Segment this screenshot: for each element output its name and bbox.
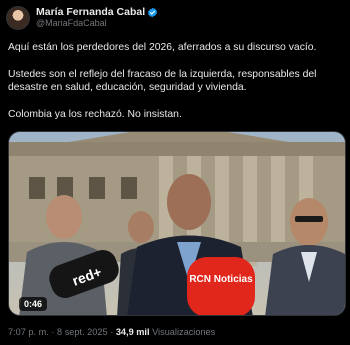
author-identity: María Fernanda Cabal @MariaFdaCabal <box>36 7 158 29</box>
meta-separator: · <box>110 327 114 337</box>
meta-separator: · <box>51 327 55 337</box>
video-player[interactable]: red+ RCN Noticias 0:46 <box>8 131 346 316</box>
post-time[interactable]: 7:07 p. m. <box>8 327 49 337</box>
tweet: María Fernanda Cabal @MariaFdaCabal Aquí… <box>0 0 350 345</box>
author-name[interactable]: María Fernanda Cabal <box>36 7 145 18</box>
microphone-rcn: RCN Noticias <box>187 257 255 315</box>
views-count: 34,9 mil <box>115 327 150 337</box>
tweet-meta: 7:07 p. m. · 8 sept. 2025 · 34,9 mil Vis… <box>8 327 215 337</box>
tweet-paragraph: Colombia ya los rechazó. No insistan. <box>8 108 182 120</box>
verified-badge-icon <box>148 7 158 18</box>
video-duration: 0:46 <box>19 297 48 311</box>
name-row: María Fernanda Cabal <box>36 7 158 18</box>
author-handle[interactable]: @MariaFdaCabal <box>36 18 158 29</box>
avatar[interactable] <box>6 6 30 30</box>
video-frame: red+ RCN Noticias <box>9 132 345 315</box>
tweet-text: Aquí están los perdedores del 2026, afer… <box>8 41 342 121</box>
tweet-paragraph: Aquí están los perdedores del 2026, afer… <box>8 42 317 53</box>
tweet-header: María Fernanda Cabal @MariaFdaCabal <box>6 6 342 30</box>
views-label: Visualizaciones <box>152 327 216 337</box>
post-date[interactable]: 8 sept. 2025 <box>57 327 108 337</box>
mic-label-rcn: RCN Noticias <box>189 274 253 285</box>
tweet-paragraph: Ustedes son el reflejo del fracaso de la… <box>8 68 317 94</box>
